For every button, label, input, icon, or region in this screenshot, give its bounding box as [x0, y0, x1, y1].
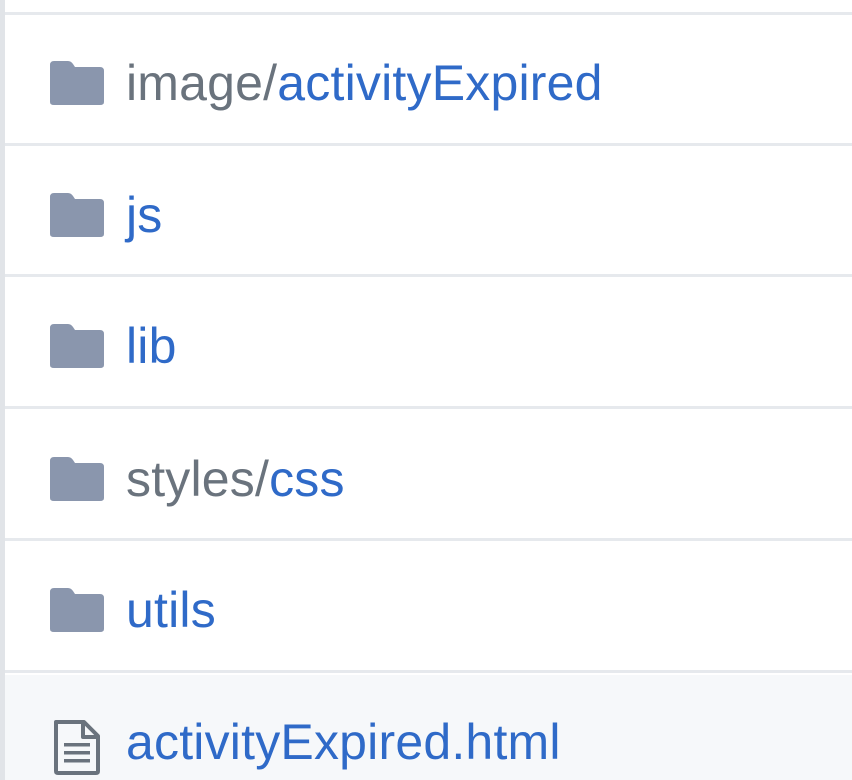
file-row-lib[interactable]: lib: [5, 278, 852, 409]
file-list: image/activityExpired js lib styles/css …: [0, 0, 852, 780]
folder-link[interactable]: css: [269, 451, 345, 507]
file-row-styles-css[interactable]: styles/css: [5, 410, 852, 541]
file-row-image-activityexpired[interactable]: image/activityExpired: [5, 15, 852, 146]
file-row-label[interactable]: activityExpired.html: [126, 717, 561, 767]
file-row-label[interactable]: image/activityExpired: [126, 58, 603, 108]
file-row-label[interactable]: utils: [126, 585, 216, 635]
folder-icon: [50, 324, 104, 368]
folder-icon: [50, 193, 104, 237]
path-prefix: styles/: [126, 451, 270, 507]
folder-link[interactable]: activityExpired: [277, 55, 602, 111]
file-row-label[interactable]: js: [126, 190, 163, 240]
folder-icon: [50, 61, 104, 105]
file-row-utils[interactable]: utils: [5, 542, 852, 673]
file-row-label[interactable]: lib: [126, 321, 177, 371]
folder-link[interactable]: js: [126, 187, 163, 243]
folder-link[interactable]: lib: [126, 318, 177, 374]
folder-icon: [50, 588, 104, 632]
folder-link[interactable]: utils: [126, 582, 216, 638]
file-text-icon: [54, 720, 100, 775]
folder-icon: [50, 457, 104, 501]
file-row-activityexpired-html[interactable]: activityExpired.html: [5, 675, 852, 780]
path-prefix: image/: [126, 55, 278, 111]
file-row-js[interactable]: js: [5, 146, 852, 277]
file-link[interactable]: activityExpired.html: [126, 714, 561, 770]
file-row-label[interactable]: styles/css: [126, 454, 345, 504]
